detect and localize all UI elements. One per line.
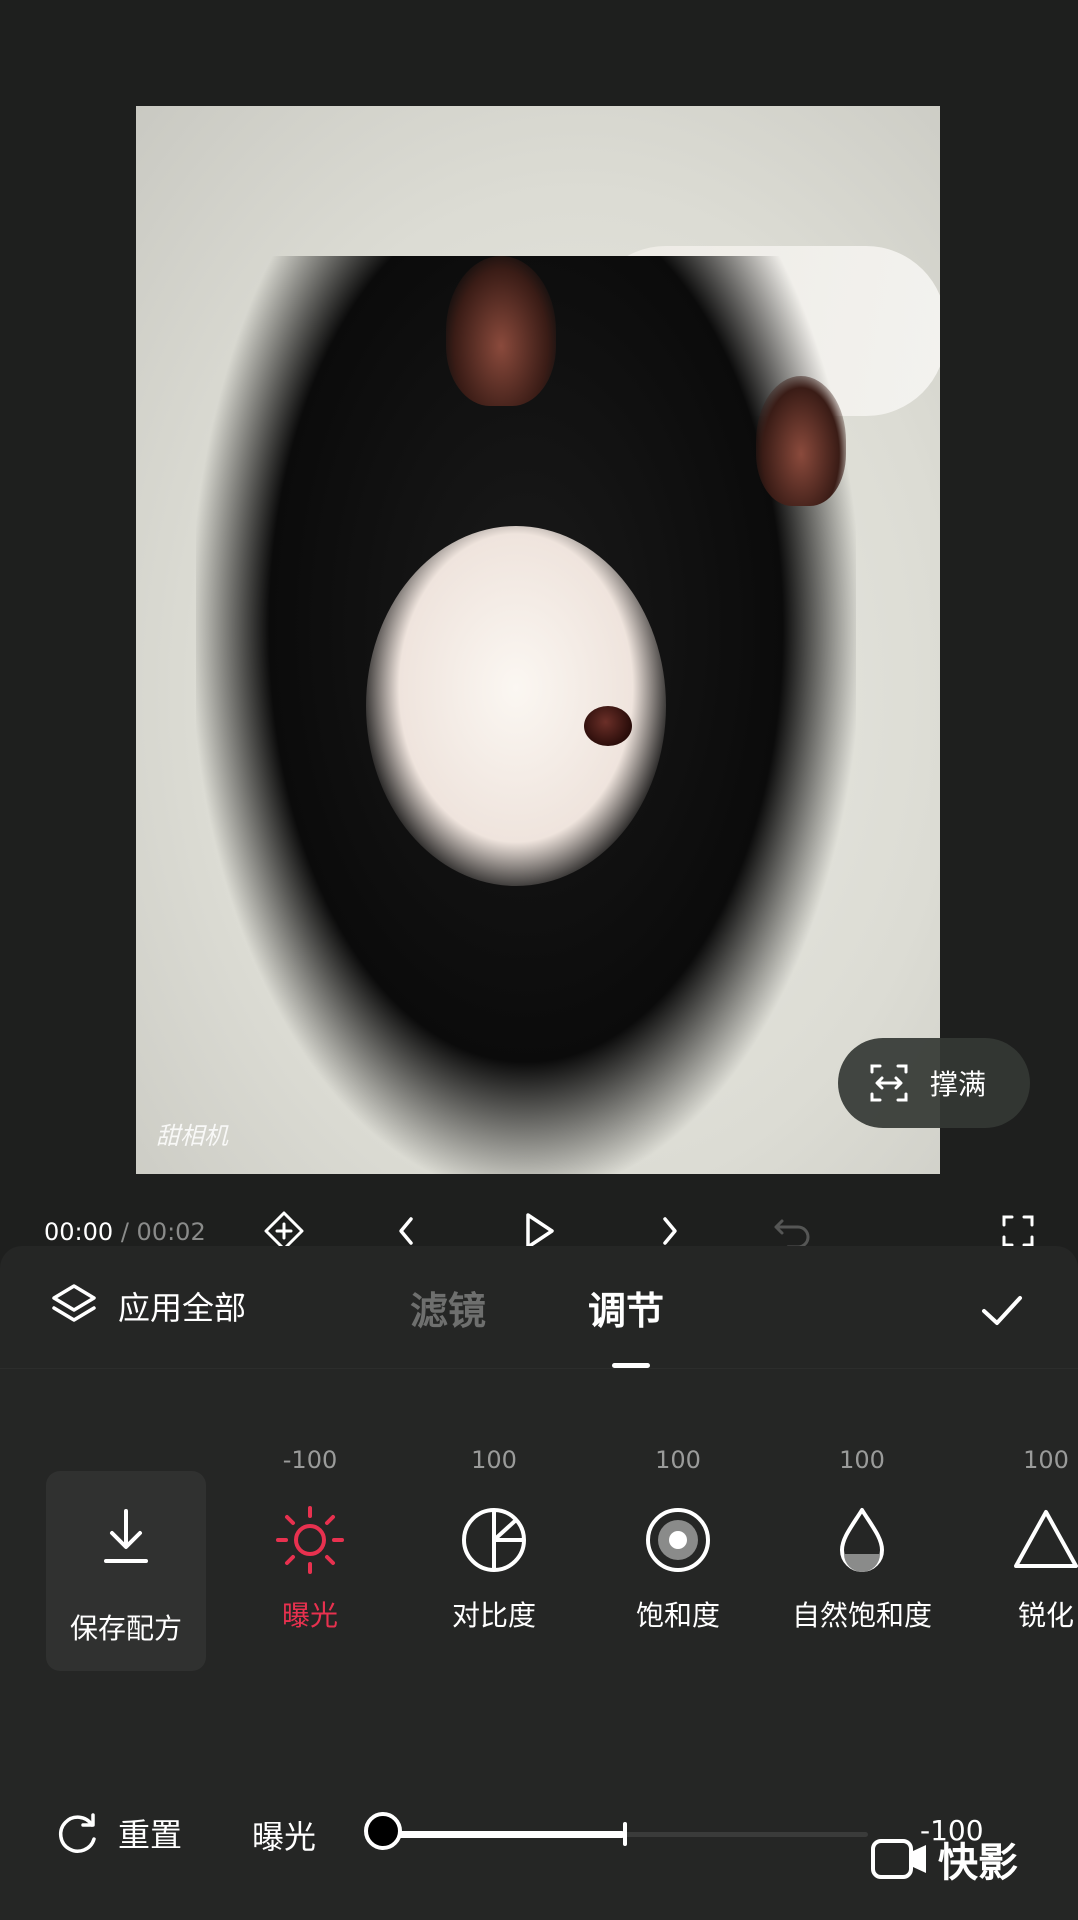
- tool-value: 100: [471, 1446, 517, 1474]
- fill-screen-icon: [870, 1064, 908, 1102]
- app-watermark: 快影: [870, 1830, 1018, 1888]
- confirm-button[interactable]: [976, 1284, 1028, 1336]
- reset-button[interactable]: 重置: [56, 1810, 182, 1856]
- save-recipe-label: 保存配方: [69, 1612, 182, 1645]
- tool-value: -100: [282, 1446, 338, 1474]
- tool-label: 对比度: [451, 1599, 536, 1632]
- playback-time: 00:00 / 00:02: [44, 1218, 206, 1246]
- tool-label: 锐化: [1017, 1599, 1074, 1632]
- tool-saturation[interactable]: 100 饱和度: [586, 1446, 770, 1634]
- fill-screen-button[interactable]: 撑满: [838, 1038, 1030, 1128]
- tab-filter[interactable]: 滤镜: [410, 1280, 486, 1335]
- fullscreen-icon: [1002, 1215, 1034, 1247]
- tool-label: 自然饱和度: [791, 1599, 932, 1632]
- tool-vibrance[interactable]: 100 自然饱和度: [770, 1446, 954, 1634]
- apply-all-label: 应用全部: [118, 1289, 247, 1327]
- video-preview[interactable]: 甜相机: [136, 106, 940, 1174]
- save-recipe-button[interactable]: 保存配方: [46, 1471, 206, 1671]
- tool-label: 曝光: [281, 1599, 338, 1632]
- preview-right-ear: [756, 376, 846, 506]
- preview-nose: [584, 706, 632, 746]
- app-brand-label: 快影: [938, 1840, 1018, 1886]
- preview-left-ear: [446, 256, 556, 406]
- download-icon: [104, 1509, 148, 1563]
- sun-icon: [276, 1506, 344, 1574]
- slider-center-mark: [623, 1822, 627, 1846]
- total-time: 00:02: [136, 1218, 206, 1246]
- slider-handle[interactable]: [364, 1812, 402, 1850]
- undo-icon: [774, 1219, 810, 1249]
- chevron-right-icon: [663, 1217, 677, 1245]
- tool-value: 100: [839, 1446, 885, 1474]
- fill-screen-label: 撑满: [930, 1068, 987, 1101]
- reset-label: 重置: [118, 1816, 183, 1854]
- time-separator: /: [120, 1218, 129, 1246]
- panel-divider: [0, 1368, 1078, 1369]
- tool-label: 饱和度: [635, 1599, 720, 1632]
- preview-face: [366, 526, 666, 886]
- tool-sharpen[interactable]: 100 锐化: [954, 1446, 1078, 1634]
- tool-exposure[interactable]: -100 曝光: [218, 1446, 402, 1634]
- triangle-icon: [1014, 1510, 1078, 1568]
- reset-icon: [58, 1813, 96, 1853]
- camera-watermark: 甜相机: [156, 1122, 228, 1150]
- tab-adjust[interactable]: 调节: [588, 1280, 664, 1335]
- chevron-left-icon: [399, 1217, 413, 1245]
- apply-all-button[interactable]: 应用全部: [48, 1280, 246, 1332]
- tool-value: 100: [1023, 1446, 1069, 1474]
- tool-value: 100: [655, 1446, 701, 1474]
- slider-fill: [382, 1831, 625, 1838]
- checkmark-icon: [982, 1296, 1022, 1325]
- saturation-icon: [646, 1508, 710, 1572]
- tool-contrast[interactable]: 100 对比度: [402, 1446, 586, 1634]
- contrast-icon: [462, 1508, 526, 1572]
- slider-name: 曝光: [252, 1818, 317, 1856]
- current-time: 00:00: [44, 1218, 114, 1246]
- layers-icon: [52, 1284, 96, 1322]
- drop-icon: [840, 1508, 884, 1572]
- camera-logo-icon: [871, 1839, 926, 1879]
